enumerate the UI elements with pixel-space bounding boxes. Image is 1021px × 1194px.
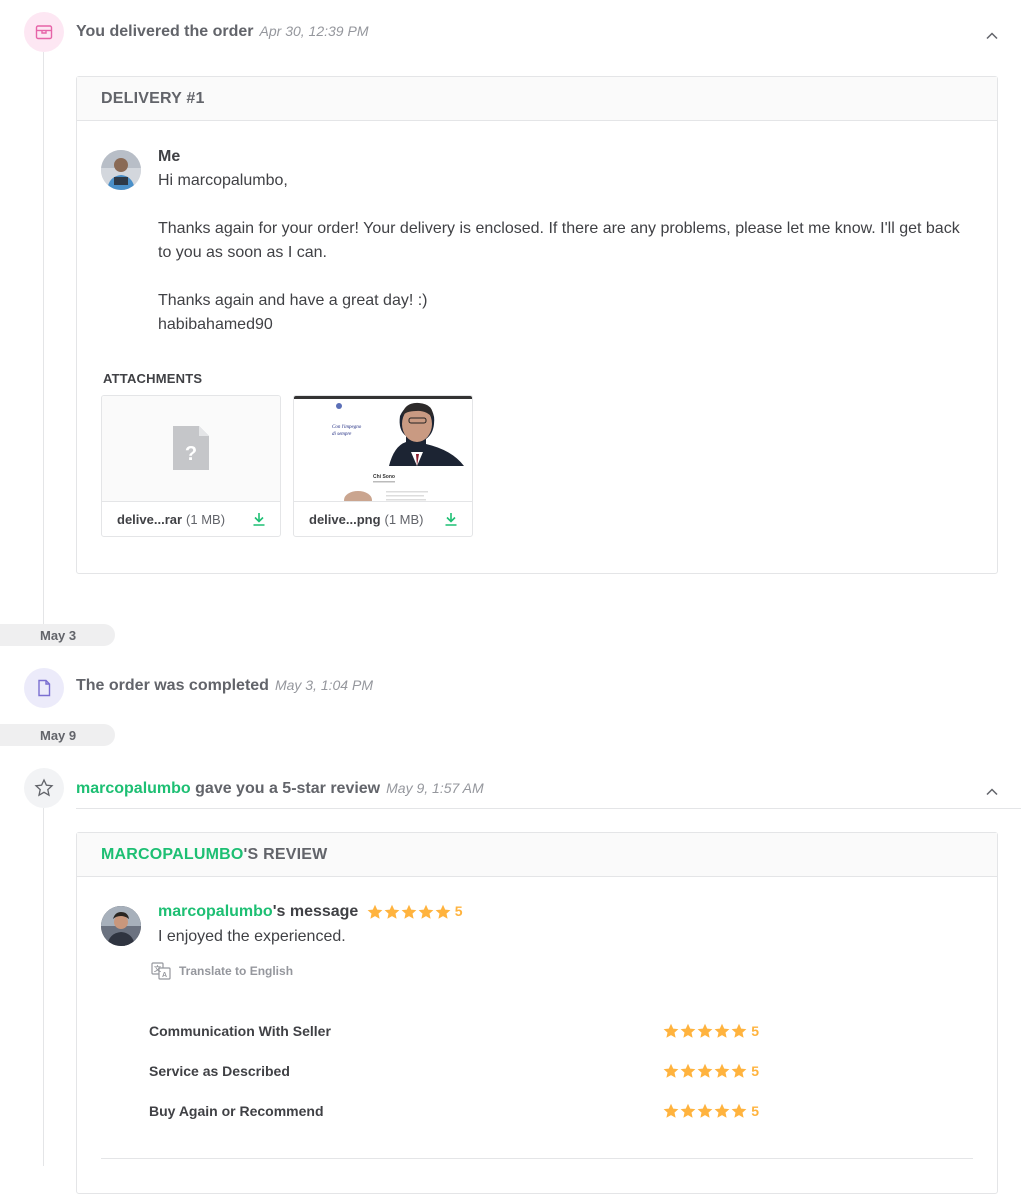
star-icon — [714, 1103, 730, 1118]
svg-text:?: ? — [185, 443, 197, 465]
rating-stars — [663, 1023, 747, 1039]
event-text: The order was completed — [76, 677, 269, 694]
review-message-header: marcopalumbo's message 5 — [158, 903, 463, 921]
document-icon — [24, 668, 64, 708]
review-message: I enjoyed the experienced. — [158, 928, 346, 945]
overall-stars — [367, 904, 451, 920]
svg-text:Chi Sono: Chi Sono — [373, 474, 395, 480]
attachment-footer: delive...png (1 MB) — [294, 502, 472, 536]
event-time: Apr 30, 12:39 PM — [259, 23, 369, 39]
rating-row: Service as Described 5 — [149, 1063, 759, 1079]
rating-value: 5 — [751, 1103, 759, 1119]
svg-text:Con l'impegno: Con l'impegno — [332, 425, 362, 430]
star-icon — [697, 1023, 713, 1038]
star-icon — [663, 1063, 679, 1078]
divider — [101, 1158, 973, 1159]
attachment-preview[interactable]: ? — [102, 396, 280, 502]
delivery-message: Hi marcopalumbo, Thanks again for your o… — [158, 172, 960, 333]
event-time: May 3, 1:04 PM — [274, 677, 373, 693]
review-card: MARCOPALUMBO 'S REVIEW marcopalumbo's mes… — [76, 832, 998, 1194]
attachment-name: delive...png — [309, 511, 381, 527]
website-preview-image: Con l'impegno di sempre Chi Sono — [294, 396, 472, 501]
sender-name: Me — [158, 148, 181, 165]
star-icon — [714, 1023, 730, 1038]
star-icon — [680, 1063, 696, 1078]
star-icon — [697, 1063, 713, 1078]
reviewer-name-upper[interactable]: MARCOPALUMBO — [101, 846, 244, 864]
avatar — [101, 150, 141, 190]
translate-icon: 文 A — [151, 962, 171, 980]
divider — [76, 808, 1021, 809]
star-icon — [731, 1023, 747, 1038]
attachment-name: delive...rar — [117, 511, 183, 527]
attachment-size: (1 MB) — [384, 511, 424, 527]
rating-stars — [663, 1063, 747, 1079]
svg-text:A: A — [162, 972, 167, 979]
rating-value: 5 — [751, 1023, 759, 1039]
rating-row: Communication With Seller 5 — [149, 1023, 759, 1039]
delivery-card-title: DELIVERY #1 — [77, 77, 997, 121]
download-icon[interactable] — [252, 512, 266, 526]
rating-value: 5 — [751, 1063, 759, 1079]
attachment-size: (1 MB) — [186, 511, 226, 527]
translate-button[interactable]: 文 A Translate to English — [151, 961, 293, 981]
timeline-line — [43, 52, 44, 624]
overall-rating-value: 5 — [454, 903, 463, 919]
star-outline-icon — [24, 768, 64, 808]
rating-label: Communication With Seller — [149, 1023, 331, 1039]
star-icon — [697, 1103, 713, 1118]
event-time: May 9, 1:57 AM — [386, 780, 484, 796]
review-card-title: MARCOPALUMBO 'S REVIEW — [77, 833, 997, 877]
translate-label: Translate to English — [179, 964, 294, 978]
star-icon — [367, 904, 383, 919]
star-icon — [731, 1103, 747, 1118]
svg-text:文: 文 — [154, 964, 162, 973]
attachment-card[interactable]: ? delive...rar (1 MB) — [101, 395, 281, 537]
event-text: gave you a 5-star review — [195, 780, 381, 797]
star-icon — [731, 1063, 747, 1078]
star-icon — [418, 904, 434, 919]
delivery-card: DELIVERY #1 Me Hi marcopalumbo, Thanks a… — [76, 76, 998, 574]
message-suffix: 's message — [272, 903, 359, 920]
star-icon — [680, 1103, 696, 1118]
reviewer-link[interactable]: marcopalumbo — [158, 903, 273, 920]
review-title-suffix: 'S REVIEW — [243, 845, 328, 863]
rating-label: Service as Described — [149, 1063, 290, 1079]
chevron-up-icon[interactable] — [985, 29, 999, 43]
rating-label: Buy Again or Recommend — [149, 1103, 324, 1119]
delivery-box-icon — [24, 12, 64, 52]
star-icon — [401, 904, 417, 919]
rating-row: Buy Again or Recommend 5 — [149, 1103, 759, 1119]
attachment-preview[interactable]: Con l'impegno di sempre Chi Sono — [294, 396, 472, 502]
reviewer-avatar — [101, 906, 141, 946]
reviewer-link[interactable]: marcopalumbo — [76, 780, 191, 797]
chevron-up-icon[interactable] — [985, 785, 999, 799]
attachment-footer: delive...rar (1 MB) — [102, 502, 280, 536]
star-icon — [435, 904, 451, 919]
timeline-line — [43, 808, 44, 1166]
rating-stars — [663, 1103, 747, 1119]
star-icon — [714, 1063, 730, 1078]
star-icon — [680, 1023, 696, 1038]
download-icon[interactable] — [444, 512, 458, 526]
date-separator: May 3 — [0, 624, 115, 646]
unknown-file-icon: ? — [173, 426, 209, 470]
star-icon — [663, 1023, 679, 1038]
review-event-title: marcopalumbo gave you a 5-star review May… — [76, 780, 484, 798]
date-separator: May 9 — [0, 724, 115, 746]
star-icon — [384, 904, 400, 919]
svg-text:di sempre: di sempre — [332, 432, 352, 437]
star-icon — [663, 1103, 679, 1118]
attachments-label: ATTACHMENTS — [103, 371, 203, 386]
delivered-event-title: You delivered the order Apr 30, 12:39 PM — [76, 23, 368, 41]
completed-event-title: The order was completed May 3, 1:04 PM — [76, 677, 373, 695]
attachment-card[interactable]: Con l'impegno di sempre Chi Sono delive.… — [293, 395, 473, 537]
event-text: You delivered the order — [76, 23, 254, 40]
